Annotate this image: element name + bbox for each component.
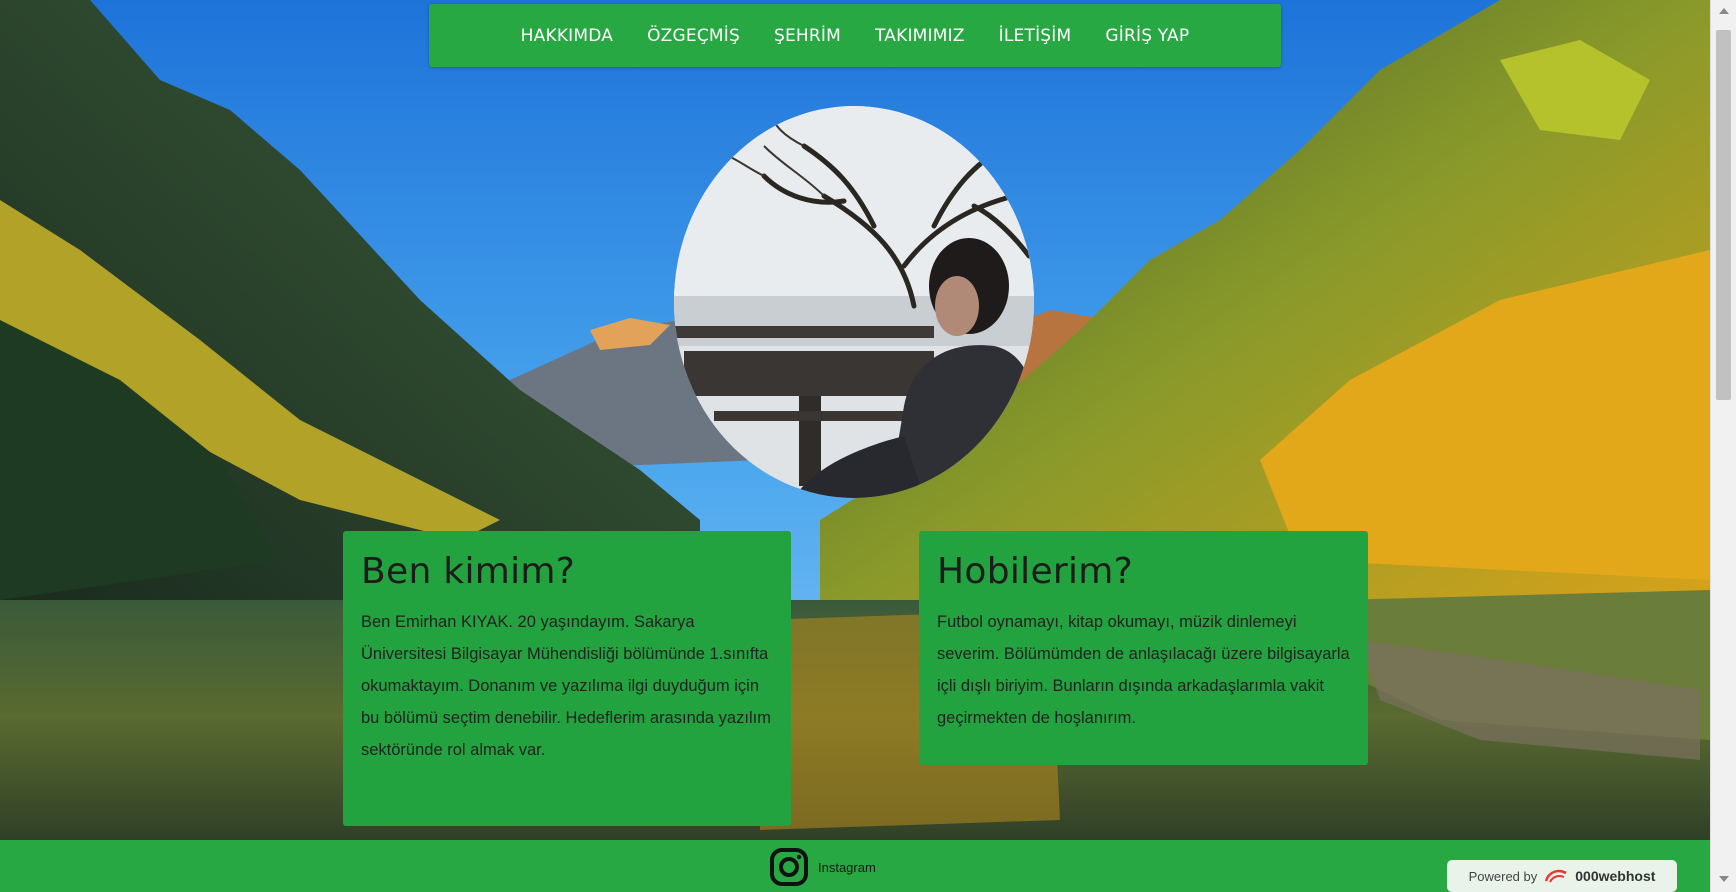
hobbies-text: Futbol oynamayı, kitap okumayı, müzik di… [937,613,1350,727]
powered-by-prefix: Powered by [1468,868,1538,884]
nav-item-iletisim[interactable]: İLETİŞİM [999,26,1072,46]
nav-item-ozgecmis[interactable]: ÖZGEÇMİŞ [647,26,740,46]
scroll-up-arrow-icon[interactable] [1719,8,1729,14]
instagram-label: Instagram [818,859,876,875]
hobbies-card: Hobilerim? Futbol oynamayı, kitap okumay… [919,531,1368,765]
page-scrollbar[interactable] [1710,0,1736,892]
instagram-icon [770,848,808,886]
instagram-link[interactable]: Instagram [770,848,876,886]
page-viewport: HAKKIMDA ÖZGEÇMİŞ ŞEHRİM TAKIMIMIZ İLETİ… [0,0,1710,892]
top-navbar: HAKKIMDA ÖZGEÇMİŞ ŞEHRİM TAKIMIMIZ İLETİ… [429,4,1281,67]
nav-item-takimimiz[interactable]: TAKIMIMIZ [875,26,965,46]
profile-photo-image [674,106,1034,498]
scroll-thumb[interactable] [1716,30,1731,400]
about-text: Ben Emirhan KIYAK. 20 yaşındayım. Sakary… [361,613,771,759]
about-card: Ben kimim? Ben Emirhan KIYAK. 20 yaşında… [343,531,791,826]
about-title: Ben kimim? [361,551,576,592]
powered-by-brand: 000webhost [1575,868,1656,884]
profile-photo [674,106,1034,498]
hobbies-title: Hobilerim? [937,551,1134,592]
nav-item-hakkimda[interactable]: HAKKIMDA [521,26,613,46]
nav-item-sehrim[interactable]: ŞEHRİM [774,26,841,46]
scroll-down-arrow-icon[interactable] [1719,876,1729,882]
powered-by-badge[interactable]: Powered by 000webhost [1447,860,1677,892]
nav-item-giris-yap[interactable]: GİRİŞ YAP [1105,26,1189,46]
000webhost-logo-icon [1545,869,1567,883]
